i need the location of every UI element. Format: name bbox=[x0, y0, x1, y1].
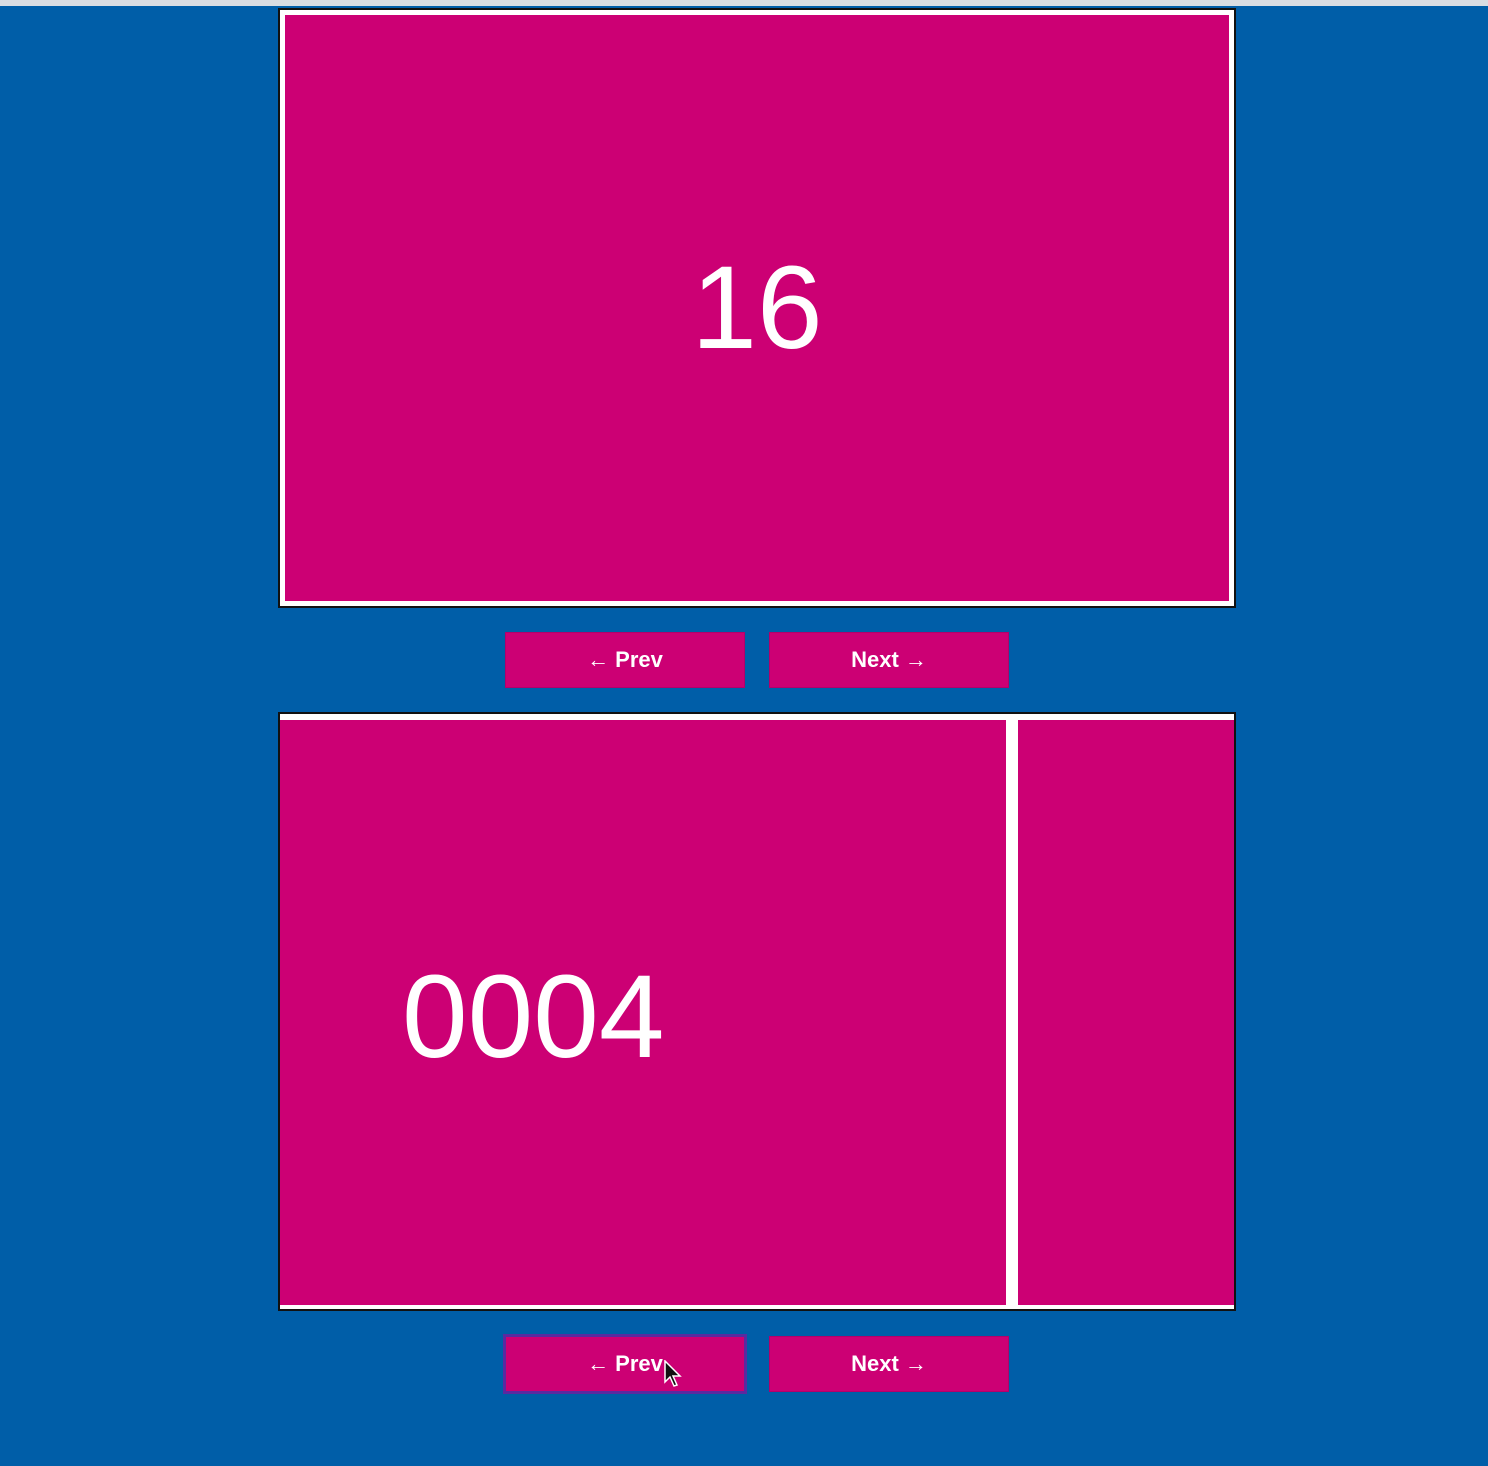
top-bar bbox=[0, 0, 1488, 6]
slide-number: 0004 bbox=[402, 951, 665, 1083]
prev-label: Prev bbox=[615, 1351, 663, 1376]
next-label: Next bbox=[851, 1351, 899, 1376]
next-label: Next bbox=[851, 647, 899, 672]
arrow-right-icon: → bbox=[904, 647, 927, 672]
carousel-bottom-slide-current: 0004 bbox=[280, 720, 1006, 1305]
prev-button[interactable]: ← Prev bbox=[503, 1334, 747, 1394]
arrow-right-icon: → bbox=[904, 1351, 927, 1376]
next-button[interactable]: Next → bbox=[769, 632, 1009, 688]
next-button[interactable]: Next → bbox=[769, 1336, 1009, 1392]
carousel-bottom-viewport: 0004 bbox=[278, 712, 1236, 1311]
carousel-top-slide: 16 bbox=[280, 10, 1234, 606]
prev-label: Prev bbox=[615, 647, 663, 672]
arrow-left-icon: ← bbox=[587, 647, 610, 672]
carousel-bottom-slide-next bbox=[1018, 720, 1234, 1305]
mouse-cursor-icon bbox=[664, 1360, 682, 1387]
carousel-top-viewport: 16 bbox=[278, 8, 1236, 608]
carousel-bottom-controls: ← Prev Next → bbox=[503, 1334, 1010, 1394]
prev-button[interactable]: ← Prev bbox=[505, 632, 745, 688]
arrow-left-icon: ← bbox=[587, 1351, 610, 1376]
slide-number: 16 bbox=[691, 242, 823, 374]
carousel-top-controls: ← Prev Next → bbox=[505, 632, 1010, 688]
